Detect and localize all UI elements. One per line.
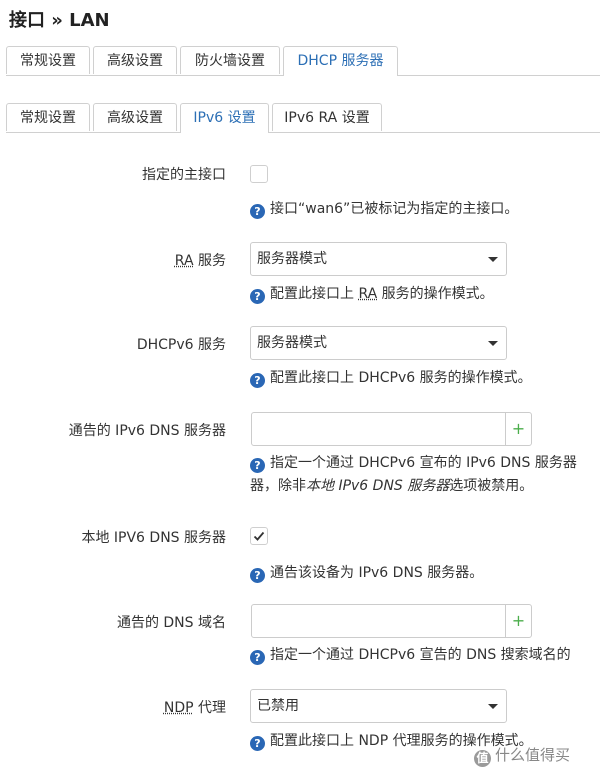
chevron-down-icon — [488, 341, 498, 346]
help-icon: ? — [250, 204, 265, 219]
watermark: 值什么值得买 — [474, 744, 570, 767]
dhcpv6-service-help: ? 配置此接口上 DHCPv6 服务的操作模式。 — [250, 367, 532, 389]
ipv6-dns-servers-label: 通告的 IPv6 DNS 服务器 — [68, 423, 226, 439]
ndp-proxy-label: NDP 代理 — [163, 700, 226, 716]
ndp-proxy-select[interactable]: 已禁用 — [250, 689, 507, 723]
local-ipv6-dns-checkbox[interactable] — [250, 527, 268, 545]
tab-advanced[interactable]: 高级设置 — [93, 46, 177, 74]
ra-service-label: RA 服务 — [174, 253, 226, 269]
dns-domain-help: ? 指定一个通过 DHCPv6 宣告的 DNS 搜索域名的 — [250, 644, 571, 666]
ipv6-dns-servers-help: ? 指定一个通过 DHCPv6 宣布的 IPv6 DNS 服务器 — [250, 452, 577, 474]
main-tab-bar: 常规设置 高级设置 防火墙设置 DHCP 服务器 — [6, 46, 600, 76]
subtab-ipv6-ra[interactable]: IPv6 RA 设置 — [272, 103, 382, 131]
add-dns-domain-button[interactable]: + — [505, 604, 532, 638]
tab-firewall[interactable]: 防火墙设置 — [180, 46, 280, 74]
ipv6-dns-servers-input[interactable] — [251, 412, 506, 446]
add-dns-server-button[interactable]: + — [505, 412, 532, 446]
ra-service-help: ? 配置此接口上 RA 服务的操作模式。 — [250, 283, 494, 305]
subtab-general[interactable]: 常规设置 — [6, 103, 90, 131]
watermark-logo-icon: 值 — [474, 750, 491, 767]
page-title: 接口 » LAN — [9, 10, 110, 31]
master-interface-checkbox[interactable] — [250, 165, 268, 183]
subtab-ipv6[interactable]: IPv6 设置 — [180, 103, 269, 133]
ipv6-dns-servers-help-line2: 器，除非本地 IPv6 DNS 服务器选项被禁用。 — [250, 478, 534, 494]
tab-dhcp-server[interactable]: DHCP 服务器 — [283, 46, 398, 76]
help-icon: ? — [250, 650, 265, 665]
help-icon: ? — [250, 736, 265, 751]
master-interface-label: 指定的主接口 — [142, 167, 226, 183]
help-icon: ? — [250, 373, 265, 388]
chevron-down-icon — [488, 704, 498, 709]
chevron-down-icon — [488, 257, 498, 262]
tab-general[interactable]: 常规设置 — [6, 46, 90, 74]
dhcpv6-service-label: DHCPv6 服务 — [136, 337, 226, 353]
local-ipv6-dns-label: 本地 IPV6 DNS 服务器 — [81, 530, 226, 546]
dhcpv6-service-select[interactable]: 服务器模式 — [250, 326, 507, 360]
help-icon: ? — [250, 289, 265, 304]
checkmark-icon — [253, 531, 265, 541]
dns-domain-input[interactable] — [251, 604, 506, 638]
help-icon: ? — [250, 458, 265, 473]
help-icon: ? — [250, 568, 265, 583]
subtab-advanced[interactable]: 高级设置 — [93, 103, 177, 131]
local-ipv6-dns-help: ? 通告该设备为 IPv6 DNS 服务器。 — [250, 562, 483, 584]
sub-tab-bar: 常规设置 高级设置 IPv6 设置 IPv6 RA 设置 — [6, 103, 600, 133]
master-interface-help: ? 接口“wan6”已被标记为指定的主接口。 — [250, 198, 518, 220]
ra-service-select[interactable]: 服务器模式 — [250, 242, 507, 276]
dns-domain-label: 通告的 DNS 域名 — [116, 615, 226, 631]
